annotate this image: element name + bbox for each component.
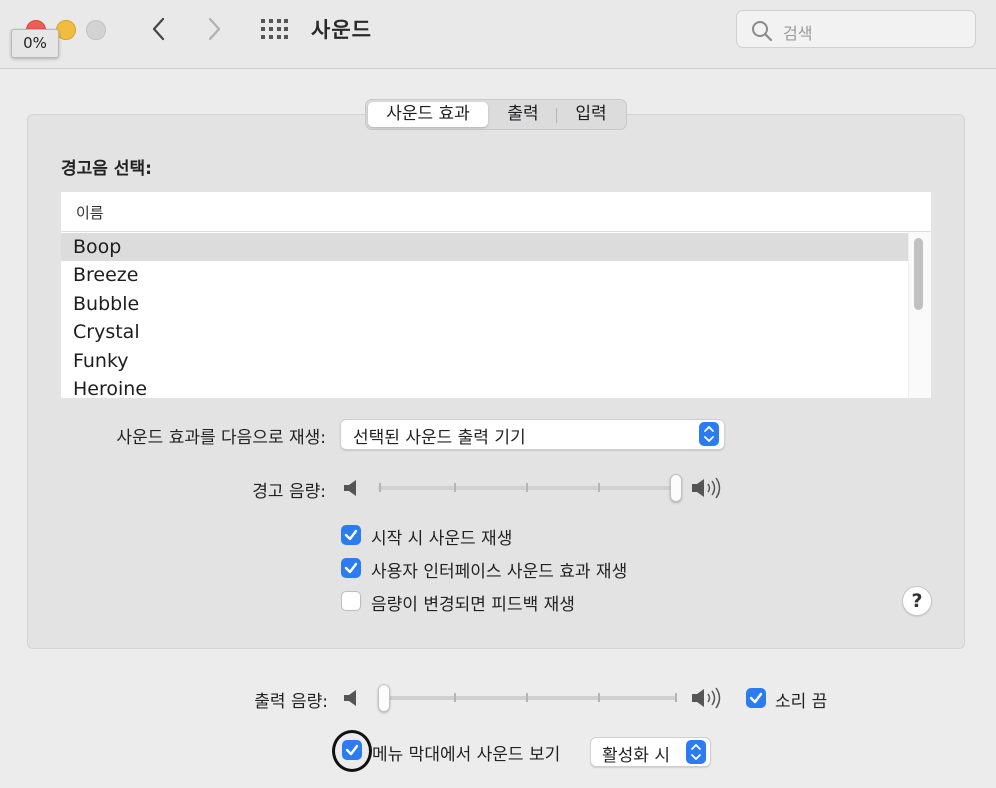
alert-volume-label: 경고 음량: <box>252 482 326 502</box>
checkmark-icon <box>749 692 763 704</box>
play-through-label: 사운드 효과를 다음으로 재생: <box>116 428 326 448</box>
output-volume-label: 출력 음량: <box>254 692 328 712</box>
chevron-up-down-icon <box>704 426 714 442</box>
tab-bar: 사운드 효과 출력 입력 <box>365 99 627 130</box>
output-volume-knob[interactable] <box>378 684 390 712</box>
slider-tick <box>598 483 600 492</box>
window-title: 사운드 <box>311 18 372 42</box>
search-placeholder: 검색 <box>783 24 813 43</box>
slider-tick <box>454 483 456 492</box>
chevron-left-icon <box>152 17 165 41</box>
volume-feedback-label: 음량이 변경되면 피드백 재생 <box>371 595 575 615</box>
alert-volume-knob[interactable] <box>670 474 682 502</box>
list-header[interactable]: 이름 <box>61 192 931 232</box>
chevron-right-icon <box>208 17 221 41</box>
volume-feedback-checkbox[interactable] <box>341 591 361 611</box>
list-item[interactable]: Crystal <box>61 318 908 346</box>
slider-tick <box>526 693 528 702</box>
play-through-popup[interactable]: 선택된 사운드 출력 기기 <box>340 419 725 450</box>
list-item[interactable]: Bubble <box>61 290 908 318</box>
popup-stepper <box>686 740 706 764</box>
alert-sound-list[interactable]: 이름 Boop Breeze Bubble Crystal Funky Hero… <box>61 192 931 398</box>
slider-tick <box>675 693 677 702</box>
show-in-menu-bar-label: 메뉴 막대에서 사운드 보기 <box>372 745 561 765</box>
chevron-up-down-icon <box>691 744 701 760</box>
ui-sound-effects-label: 사용자 인터페이스 사운드 효과 재생 <box>371 562 628 582</box>
tab-output[interactable]: 출력 <box>492 102 554 127</box>
alert-volume-track <box>378 486 672 490</box>
play-on-startup-label: 시작 시 사운드 재생 <box>371 529 513 549</box>
highlight-annotation <box>332 730 372 772</box>
scrollbar-thumb[interactable] <box>914 238 923 310</box>
menu-bar-popup[interactable]: 활성화 시 <box>590 737 711 767</box>
help-button[interactable]: ? <box>902 586 932 616</box>
title-bar: 사운드 검색 <box>0 0 996 69</box>
slider-tick <box>454 693 456 702</box>
back-button[interactable] <box>144 14 174 44</box>
list-item[interactable]: Funky <box>61 347 908 375</box>
grid-icon <box>261 19 288 39</box>
list-item[interactable]: Breeze <box>61 261 908 289</box>
mute-label: 소리 끔 <box>775 692 828 712</box>
show-all-button[interactable] <box>260 18 288 40</box>
list-item[interactable]: Boop <box>61 233 908 261</box>
speaker-low-icon <box>344 480 356 496</box>
slider-tick <box>526 483 528 492</box>
tab-sound-effects[interactable]: 사운드 효과 <box>368 102 488 127</box>
tab-separator <box>556 108 557 123</box>
tab-input[interactable]: 입력 <box>560 102 622 127</box>
list-item[interactable]: Heroine <box>61 375 908 398</box>
checkmark-icon <box>344 562 358 574</box>
popup-stepper <box>699 422 719 446</box>
speaker-high-icon <box>692 687 721 709</box>
progress-tooltip: 0% <box>11 29 59 58</box>
slider-tick <box>379 483 381 492</box>
slider-tick <box>598 693 600 702</box>
search-icon <box>752 21 773 42</box>
alert-sound-title: 경고음 선택: <box>61 159 152 179</box>
speaker-low-icon <box>344 690 356 706</box>
zoom-window-button[interactable] <box>86 20 106 40</box>
minimize-window-button[interactable] <box>56 20 76 40</box>
forward-button[interactable] <box>199 14 229 44</box>
speaker-high-icon <box>692 477 721 499</box>
ui-sound-effects-checkbox[interactable] <box>341 558 361 578</box>
play-through-value: 선택된 사운드 출력 기기 <box>353 428 526 448</box>
checkmark-icon <box>344 529 358 541</box>
play-on-startup-checkbox[interactable] <box>341 525 361 545</box>
search-field[interactable]: 검색 <box>736 10 976 48</box>
mute-checkbox[interactable] <box>746 688 766 708</box>
menu-bar-popup-value: 활성화 시 <box>602 746 670 766</box>
column-header-name: 이름 <box>76 204 104 222</box>
